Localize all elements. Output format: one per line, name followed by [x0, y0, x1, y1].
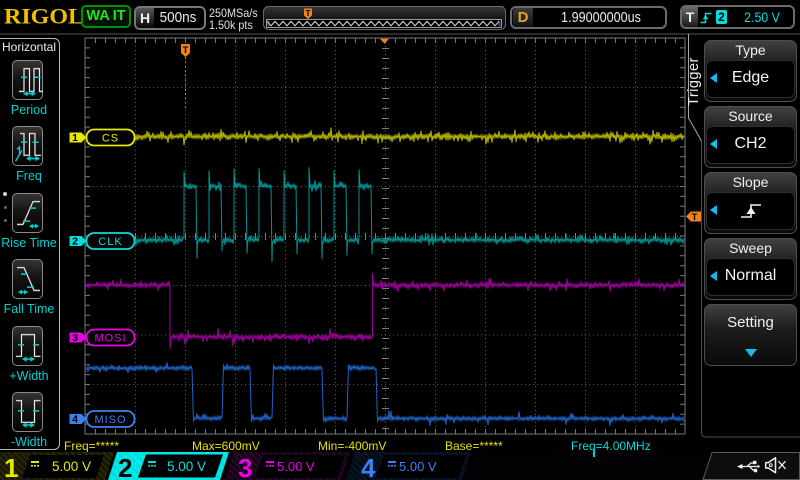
- svg-text:4: 4: [361, 453, 376, 480]
- svg-text:3: 3: [72, 332, 78, 344]
- svg-text:2: 2: [72, 236, 78, 248]
- svg-text:T: T: [183, 45, 189, 55]
- svg-text:5.00 V: 5.00 V: [167, 459, 206, 474]
- svg-text:5.00 V: 5.00 V: [277, 459, 315, 474]
- svg-text:1: 1: [4, 453, 18, 480]
- svg-text:MISO: MISO: [94, 414, 126, 426]
- svg-text:5.00 V: 5.00 V: [52, 459, 91, 474]
- svg-text:MOSI: MOSI: [94, 333, 126, 345]
- svg-text:CLK: CLK: [98, 236, 122, 248]
- svg-text:4: 4: [72, 414, 78, 426]
- svg-text:5.00 V: 5.00 V: [399, 459, 437, 474]
- svg-text:2: 2: [118, 453, 132, 480]
- svg-text:CS: CS: [102, 133, 119, 145]
- svg-text:3: 3: [238, 453, 252, 480]
- svg-text:1: 1: [72, 132, 78, 144]
